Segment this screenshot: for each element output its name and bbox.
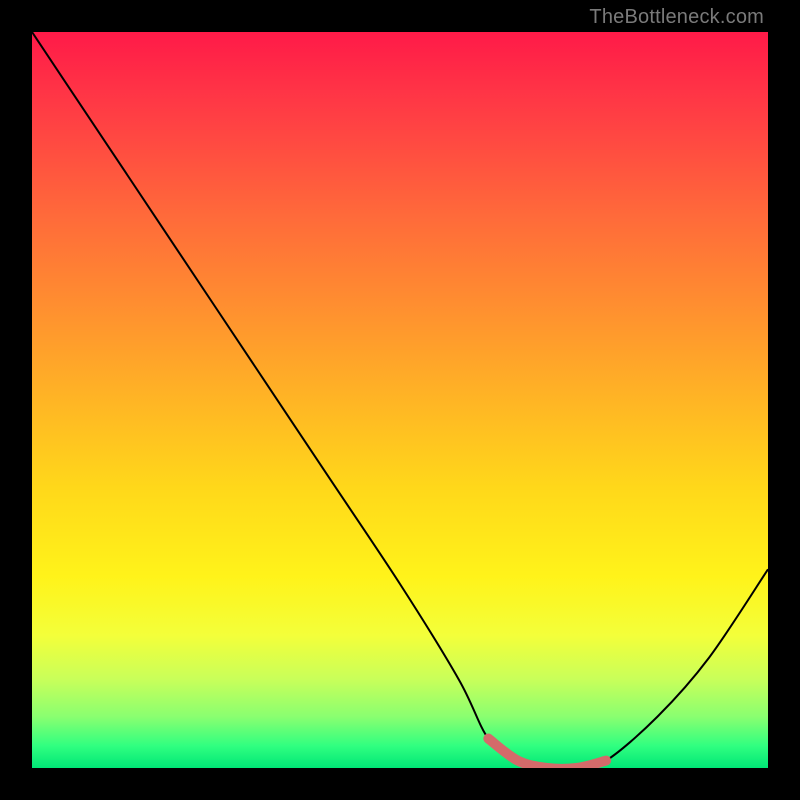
highlight-segment (488, 739, 606, 768)
plot-area (32, 32, 768, 768)
curve-svg (32, 32, 768, 768)
watermark-text: TheBottleneck.com (589, 6, 764, 29)
chart-frame: TheBottleneck.com (0, 0, 800, 800)
bottleneck-curve (32, 32, 768, 768)
